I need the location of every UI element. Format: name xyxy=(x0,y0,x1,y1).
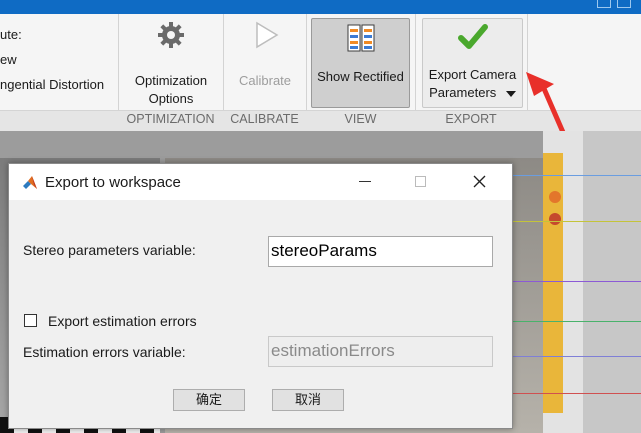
play-icon xyxy=(256,21,279,49)
stereo-params-field[interactable]: stereoParams xyxy=(268,236,493,267)
show-rectified-label: Show Rectified xyxy=(317,69,404,84)
export-dialog: Export to workspace Stereo parameters va… xyxy=(8,163,513,429)
gear-icon xyxy=(158,22,184,48)
estimation-errors-field: estimationErrors xyxy=(268,336,493,367)
window-title-bar xyxy=(0,0,641,14)
calibrate-label: Calibrate xyxy=(238,73,292,88)
close-icon[interactable] xyxy=(473,175,486,188)
rectified-images-icon xyxy=(347,24,374,52)
estimation-errors-label: Estimation errors variable: xyxy=(23,344,186,360)
ok-button[interactable]: 确定 xyxy=(173,389,245,411)
epipolar-line xyxy=(511,221,641,222)
calibrate-button[interactable]: Calibrate xyxy=(226,20,304,106)
epipolar-line xyxy=(511,393,641,394)
dialog-title: Export to workspace xyxy=(45,174,181,191)
window-controls xyxy=(597,0,637,9)
dialog-body: Stereo parameters variable: stereoParams… xyxy=(9,200,512,428)
group-label-optimization: OPTIMIZATION xyxy=(126,112,215,126)
epipolar-line xyxy=(511,321,641,322)
maximize-icon[interactable] xyxy=(415,176,426,187)
options-list: ute: ew ngential Distortion xyxy=(0,22,104,97)
maximize-icon[interactable] xyxy=(617,0,631,8)
checkmark-icon xyxy=(457,24,488,49)
epipolar-line xyxy=(511,281,641,282)
restore-icon[interactable] xyxy=(597,0,611,8)
right-image-strip xyxy=(543,131,641,433)
option-compute[interactable]: ute: xyxy=(0,22,104,47)
minimize-icon[interactable] xyxy=(359,181,371,182)
export-errors-label[interactable]: Export estimation errors xyxy=(48,313,197,329)
epipolar-line xyxy=(511,175,641,176)
export-label-text: Parameters xyxy=(429,85,497,100)
optimization-options-button[interactable]: Optimization Options xyxy=(122,20,220,106)
red-light xyxy=(549,213,561,225)
dialog-title-bar: Export to workspace xyxy=(9,164,512,200)
optimization-options-label: Optimization Options xyxy=(134,73,208,106)
background-object xyxy=(583,131,641,433)
matlab-logo-icon xyxy=(23,176,37,189)
orange-light xyxy=(549,191,561,203)
export-errors-checkbox[interactable] xyxy=(24,314,37,327)
cancel-button[interactable]: 取消 xyxy=(272,389,344,411)
stereo-params-label: Stereo parameters variable: xyxy=(23,242,196,258)
show-rectified-button[interactable]: Show Rectified xyxy=(311,18,410,108)
option-tangential-distortion[interactable]: ngential Distortion xyxy=(0,72,104,97)
epipolar-line xyxy=(511,356,641,357)
group-label-calibrate: CALIBRATE xyxy=(230,112,299,126)
option-view[interactable]: ew xyxy=(0,47,104,72)
group-label-view: VIEW xyxy=(344,112,377,126)
